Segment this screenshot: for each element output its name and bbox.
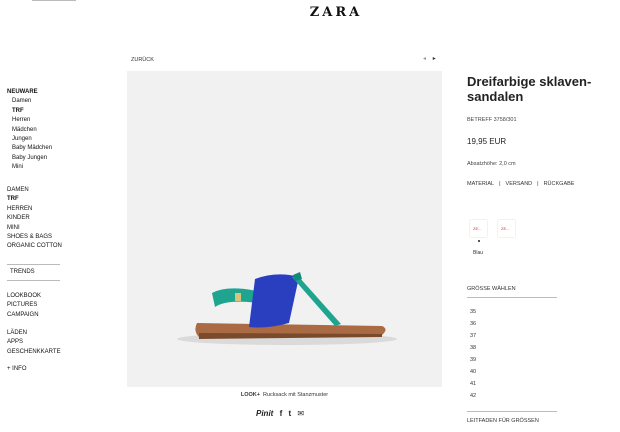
facebook-icon[interactable]: f <box>280 409 283 418</box>
nav-stores: LÄDEN APPS GESCHENKKARTE <box>7 329 61 357</box>
swatch-text: ZE... <box>473 226 482 231</box>
nav-geschenkkarte[interactable]: GESCHENKKARTE <box>7 348 61 357</box>
size-option[interactable]: 39 <box>470 357 476 363</box>
product-title: Dreifarbige sklaven-sandalen <box>467 74 592 104</box>
nav-kinder[interactable]: KINDER <box>7 214 62 223</box>
size-option[interactable]: 36 <box>470 321 476 327</box>
pinterest-icon[interactable]: Pinit <box>256 409 273 418</box>
nav-herren[interactable]: HERREN <box>7 205 62 214</box>
versand-link[interactable]: VERSAND <box>506 181 533 187</box>
size-option[interactable]: 35 <box>470 309 476 315</box>
link-separator: | <box>537 181 539 187</box>
nav-divider <box>7 264 60 265</box>
nav-damen[interactable]: DAMEN <box>7 186 62 195</box>
nav-mini[interactable]: MINI <box>7 224 62 233</box>
link-separator: | <box>499 181 501 187</box>
nav-lookbook[interactable]: LOOKBOOK <box>7 292 41 301</box>
nav-sub-herren[interactable]: Herren <box>7 116 52 125</box>
product-reference: BETREFF 3758/301 <box>467 117 517 123</box>
material-link[interactable]: MATERIAL <box>467 181 494 187</box>
guide-divider <box>467 411 557 412</box>
prev-arrow-icon[interactable]: ◂ <box>423 56 426 62</box>
social-share: Pinit f t ✉ <box>256 409 308 418</box>
nav-sub-damen[interactable]: Damen <box>7 97 52 106</box>
nav-sub-trf[interactable]: TRF <box>7 107 52 116</box>
look-caption[interactable]: LOOK+ Rucksack mit Stanzmuster <box>127 392 442 398</box>
size-guide-link[interactable]: LEITFADEN FÜR GRÖSSEN <box>467 418 539 424</box>
email-icon[interactable]: ✉ <box>297 409 304 418</box>
nav-divider <box>7 280 60 281</box>
back-link[interactable]: ZURÜCK <box>131 57 154 63</box>
selected-dot <box>478 240 480 242</box>
size-option[interactable]: 42 <box>470 393 476 399</box>
sizes-header: GRÖSSE WÄHLEN <box>467 286 516 292</box>
nav-sub-baby-jungen[interactable]: Baby Jungen <box>7 154 52 163</box>
next-arrow-icon[interactable]: ▸ <box>433 56 436 62</box>
zara-logo[interactable]: ZARA <box>0 5 620 20</box>
info-link[interactable]: + INFO <box>7 366 27 372</box>
look-plus-label: LOOK+ <box>240 392 260 398</box>
nav-main: DAMEN TRF HERREN KINDER MINI SHOES & BAG… <box>7 186 62 252</box>
nav-new-arrivals: NEUWARE Damen TRF Herren Mädchen Jungen … <box>7 88 52 173</box>
nav-organic-cotton[interactable]: ORGANIC COTTON <box>7 242 62 251</box>
nav-sub-jungen[interactable]: Jungen <box>7 135 52 144</box>
swatch-text: ZE... <box>501 226 510 231</box>
image-nav: ◂ ▸ <box>418 55 436 62</box>
sandal-illustration <box>177 272 397 345</box>
nav-trf[interactable]: TRF <box>7 195 62 204</box>
product-price: 19,95 EUR <box>467 137 507 146</box>
nav-sub-maedchen[interactable]: Mädchen <box>7 126 52 135</box>
info-links: MATERIAL | VERSAND | RÜCKGABE <box>467 181 574 187</box>
nav-shoes-bags[interactable]: SHOES & BAGS <box>7 233 62 242</box>
nav-campaign[interactable]: CAMPAIGN <box>7 311 41 320</box>
size-option[interactable]: 37 <box>470 333 476 339</box>
nav-pictures[interactable]: PICTURES <box>7 301 41 310</box>
size-option[interactable]: 41 <box>470 381 476 387</box>
size-option[interactable]: 40 <box>470 369 476 375</box>
top-divider <box>32 0 76 1</box>
product-image[interactable] <box>127 71 442 387</box>
nav-neuware[interactable]: NEUWARE <box>7 88 52 97</box>
color-label: Blau <box>473 250 484 256</box>
sizes-divider <box>467 297 557 298</box>
rueckgabe-link[interactable]: RÜCKGABE <box>544 181 575 187</box>
nav-apps[interactable]: APPS <box>7 338 61 347</box>
nav-sub-mini[interactable]: Mini <box>7 163 52 172</box>
color-swatch[interactable]: ZE... <box>498 220 515 237</box>
nav-extra: LOOKBOOK PICTURES CAMPAIGN <box>7 292 41 320</box>
nav-trends[interactable]: TRENDS <box>10 269 35 275</box>
look-caption-text: Rucksack mit Stanzmuster <box>263 392 329 398</box>
nav-laeden[interactable]: LÄDEN <box>7 329 61 338</box>
heel-height: Absatzhöhe: 2,0 cm <box>467 161 516 167</box>
twitter-icon[interactable]: t <box>288 409 291 418</box>
color-swatch[interactable]: ZE... <box>470 220 487 237</box>
size-option[interactable]: 38 <box>470 345 476 351</box>
nav-sub-baby-maedchen[interactable]: Baby Mädchen <box>7 144 52 153</box>
